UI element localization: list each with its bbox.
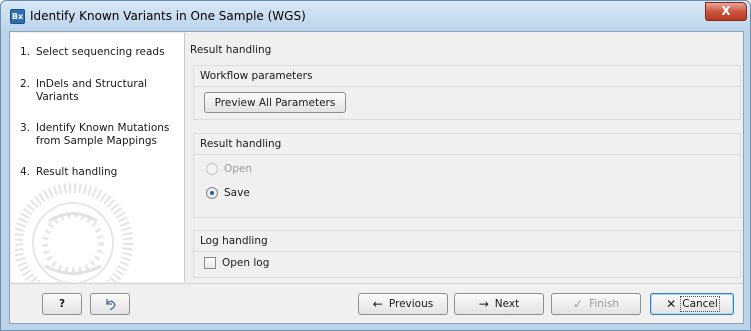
previous-label: Previous <box>388 298 434 310</box>
watermark-seal-icon <box>15 183 133 282</box>
finish-label: Finish <box>589 298 619 310</box>
arrow-left-icon: ← <box>372 297 383 311</box>
save-radio-option[interactable]: Save <box>206 187 250 199</box>
checkmark-icon: ✓ <box>573 297 584 311</box>
arrow-right-icon: → <box>478 297 489 311</box>
dialog-footer: ? ← Previous → Next ✓ Finish ✕ Cancel <box>10 284 743 323</box>
group-title: Workflow parameters <box>200 70 313 82</box>
step-list: 1. Select sequencing reads 2. InDels and… <box>11 33 185 282</box>
radio-button[interactable] <box>206 187 218 199</box>
radio-label: Open <box>224 163 253 175</box>
next-button[interactable]: → Next <box>454 293 544 315</box>
group-title: Log handling <box>200 235 268 247</box>
step-label: Select sequencing reads <box>36 46 165 58</box>
step-number: 3. <box>20 122 31 134</box>
step-number: 2. <box>20 78 31 90</box>
help-label: ? <box>58 298 66 310</box>
group-divider <box>194 86 740 87</box>
group-divider <box>194 154 740 155</box>
workflow-parameters-group: Workflow parameters Preview All Paramete… <box>193 65 741 120</box>
log-handling-group: Log handling Open log <box>193 230 741 278</box>
title-bar[interactable]: Bx Identify Known Variants in One Sample… <box>1 1 750 31</box>
group-title: Result handling <box>200 138 282 150</box>
step-item-indels: 2. InDels and Structural Variants <box>20 78 180 104</box>
radio-label: Save <box>224 187 250 199</box>
step-item-result-handling: 4. Result handling <box>20 166 180 179</box>
cancel-label: Cancel <box>680 296 720 312</box>
undo-icon <box>106 299 116 311</box>
button-label: Preview All Parameters <box>214 96 336 109</box>
next-label: Next <box>494 298 520 310</box>
result-handling-page: Result handling Workflow parameters Prev… <box>187 33 743 282</box>
step-label: Identify Known Mutations from Sample Map… <box>36 122 170 147</box>
radio-button[interactable] <box>206 163 218 175</box>
close-x-icon: ✕ <box>666 297 677 311</box>
app-icon: Bx <box>10 9 25 24</box>
group-divider <box>194 251 740 252</box>
previous-button[interactable]: ← Previous <box>358 293 448 315</box>
dialog-body: 1. Select sequencing reads 2. InDels and… <box>9 31 744 324</box>
step-number: 1. <box>20 46 31 58</box>
cancel-button[interactable]: ✕ Cancel <box>650 293 734 315</box>
step-label: Result handling <box>36 166 118 178</box>
open-log-checkbox[interactable] <box>204 257 216 269</box>
step-number: 4. <box>20 166 31 178</box>
step-item-select-reads: 1. Select sequencing reads <box>20 46 180 59</box>
result-handling-group: Result handling Open Save <box>193 133 741 218</box>
checkbox-label: Open log <box>222 257 270 269</box>
close-button[interactable]: X <box>705 2 747 21</box>
step-item-identify-mutations: 3. Identify Known Mutations from Sample … <box>20 122 180 148</box>
preview-all-parameters-button[interactable]: Preview All Parameters <box>204 92 346 113</box>
dialog-window: Bx Identify Known Variants in One Sample… <box>0 0 751 331</box>
step-label: InDels and Structural Variants <box>36 78 148 103</box>
finish-button[interactable]: ✓ Finish <box>551 293 641 315</box>
open-log-option[interactable]: Open log <box>204 257 269 269</box>
help-button[interactable]: ? <box>42 293 82 315</box>
window-title: Identify Known Variants in One Sample (W… <box>30 9 306 23</box>
reset-button[interactable] <box>90 293 130 315</box>
open-radio-option[interactable]: Open <box>206 163 252 175</box>
page-title: Result handling <box>190 44 272 56</box>
